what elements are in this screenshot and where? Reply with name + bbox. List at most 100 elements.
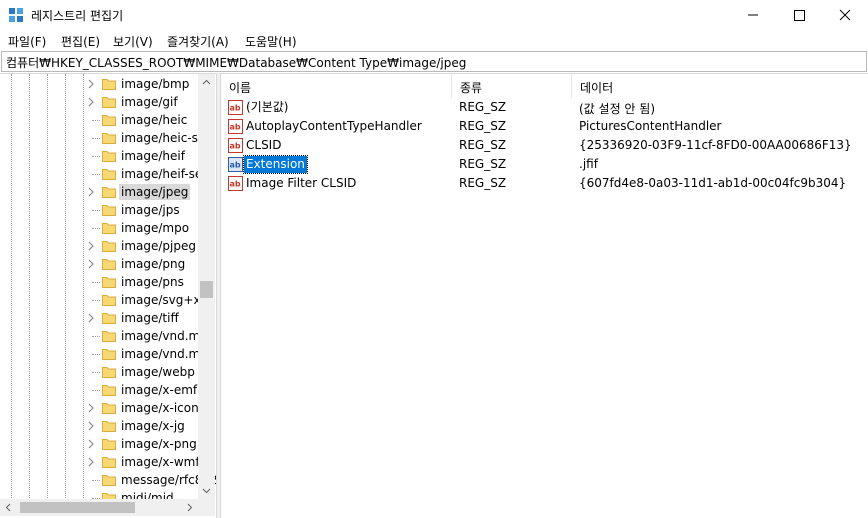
column-header-name[interactable]: 이름 (221, 74, 452, 98)
reg-string-icon: ab (228, 176, 243, 191)
minimize-button[interactable] (730, 0, 776, 30)
svg-text:ab: ab (230, 161, 241, 170)
tree-item-label: image/jpeg (119, 184, 191, 200)
tree-connector-line (92, 138, 100, 139)
value-type: REG_SZ (459, 100, 507, 114)
value-row[interactable]: ab Image Filter CLSID REG_SZ {607fd4e8-0a03… (221, 174, 868, 193)
folder-icon (102, 169, 116, 180)
tree-item[interactable]: message/rfc822 (0, 471, 216, 489)
chevron-right-icon[interactable] (86, 420, 96, 432)
folder-icon (102, 349, 116, 360)
tree-item[interactable]: image/x-jg (0, 417, 198, 435)
tree-item[interactable]: image/gif (0, 93, 198, 111)
tree-item[interactable]: image/vnd.ms- (0, 345, 211, 363)
folder-icon (102, 331, 116, 342)
tree-item[interactable]: image/pjpeg (0, 237, 198, 255)
menu-favorites[interactable]: 즐겨찾기(A) (167, 33, 229, 50)
chevron-right-icon[interactable] (86, 456, 96, 468)
value-type: REG_SZ (459, 119, 507, 133)
tree-item-label: image/heic (121, 113, 188, 127)
chevron-right-icon[interactable] (86, 438, 96, 450)
chevron-right-icon[interactable] (86, 312, 96, 324)
tree-item-label: image/x-icon (121, 401, 199, 415)
menu-help[interactable]: 도움말(H) (245, 33, 297, 50)
tree-item[interactable]: image/png (0, 255, 198, 273)
value-row[interactable]: ab (기본값) REG_SZ (값 설정 안 됨) (221, 98, 868, 117)
value-name: Image Filter CLSID (246, 176, 357, 190)
tree-vertical-scrollbar[interactable] (198, 74, 215, 499)
scroll-up-icon[interactable] (198, 74, 215, 91)
tree-connector-line (92, 174, 100, 175)
menu-view[interactable]: 보기(V) (113, 33, 153, 50)
tree-item-label: image/x-jg (121, 419, 185, 433)
value-data: .jfif (579, 157, 598, 171)
svg-text:ab: ab (230, 104, 241, 113)
tree-item[interactable]: image/mpo (0, 219, 198, 237)
column-header-data[interactable]: 데이터 (572, 74, 868, 98)
value-data: {25336920-03F9-11cf-8FD0-00AA00686F13} (579, 138, 852, 152)
tree-item[interactable]: image/x-wmf (0, 453, 200, 471)
scroll-down-icon[interactable] (198, 482, 215, 499)
minimize-icon (748, 14, 758, 16)
menu-edit[interactable]: 편집(E) (61, 33, 100, 50)
folder-icon (102, 313, 116, 324)
tree-item[interactable]: image/x-png (0, 435, 198, 453)
folder-icon (102, 367, 116, 378)
tree-vertical-scroll-thumb[interactable] (200, 281, 213, 298)
tree-item[interactable]: image/heif (0, 147, 198, 165)
scroll-right-icon[interactable] (181, 499, 198, 516)
menu-bar: 파일(F) 편집(E) 보기(V) 즐겨찾기(A) 도움말(H) (0, 30, 868, 50)
title-bar: 레지스트리 편집기 (0, 0, 868, 30)
reg-string-icon: ab (228, 157, 243, 172)
values-pane[interactable]: 이름 종류 데이터 ab (기본값) REG_SZ (값 설정 안 됨) ab Autop… (221, 73, 868, 518)
folder-icon (102, 475, 116, 486)
value-name: Extension (243, 155, 308, 174)
value-row[interactable]: ab AutoplayContentTypeHandler REG_SZ Pictur… (221, 117, 868, 136)
tree-item[interactable]: image/jpeg (0, 183, 198, 201)
tree-item-label: image/mpo (121, 221, 190, 235)
tree-item[interactable]: image/pns (0, 273, 198, 291)
tree-item-label: image/pjpeg (121, 239, 196, 253)
scroll-left-icon[interactable] (0, 499, 17, 516)
svg-text:ab: ab (230, 180, 241, 189)
tree-connector-line (92, 120, 100, 121)
tree-item[interactable]: image/heic (0, 111, 198, 129)
tree-item[interactable]: image/tiff (0, 309, 198, 327)
folder-icon (102, 457, 116, 468)
chevron-right-icon[interactable] (86, 96, 96, 108)
chevron-right-icon[interactable] (86, 402, 96, 414)
tree-item[interactable]: image/heif-seq (0, 165, 210, 183)
tree-item[interactable]: image/vnd.ms- (0, 327, 211, 345)
folder-icon (102, 277, 116, 288)
tree-horizontal-scrollbar[interactable] (0, 499, 198, 516)
column-header-type[interactable]: 종류 (452, 74, 572, 98)
tree-item[interactable]: image/x-icon (0, 399, 199, 417)
close-button[interactable] (822, 0, 868, 30)
tree-item[interactable]: image/svg+xml (0, 291, 216, 309)
tree-item[interactable]: image/bmp (0, 75, 198, 93)
tree-horizontal-scroll-thumb[interactable] (20, 502, 135, 513)
tree-item-label: image/bmp (121, 77, 190, 91)
tree-item-label: image/tiff (121, 311, 179, 325)
value-row[interactable]: ab Extension REG_SZ .jfif (221, 155, 868, 174)
folder-icon (102, 421, 116, 432)
chevron-right-icon[interactable] (86, 240, 96, 252)
tree-item[interactable]: image/heic-seq (0, 129, 213, 147)
reg-string-icon: ab (228, 138, 243, 153)
value-row[interactable]: ab CLSID REG_SZ {25336920-03F9-11cf-8FD0-00… (221, 136, 868, 155)
menu-file[interactable]: 파일(F) (8, 33, 46, 50)
window-title: 레지스트리 편집기 (31, 9, 124, 23)
address-bar[interactable]: 컴퓨터₩HKEY_CLASSES_ROOT₩MIME₩Database₩Cont… (1, 51, 867, 72)
tree-item[interactable]: image/webp (0, 363, 198, 381)
registry-editor-icon (9, 8, 23, 22)
folder-icon (102, 403, 116, 414)
tree-item-label: image/pns (121, 275, 184, 289)
reg-string-icon: ab (228, 119, 243, 134)
chevron-right-icon[interactable] (86, 78, 96, 90)
chevron-right-icon[interactable] (86, 258, 96, 270)
maximize-button[interactable] (776, 0, 822, 30)
tree-item[interactable]: image/jps (0, 201, 198, 219)
tree-item[interactable]: image/x-emf (0, 381, 198, 399)
key-tree-pane[interactable]: image/bmp image/gif image/heic image/heic-s… (0, 73, 216, 518)
chevron-right-icon[interactable] (86, 186, 96, 198)
